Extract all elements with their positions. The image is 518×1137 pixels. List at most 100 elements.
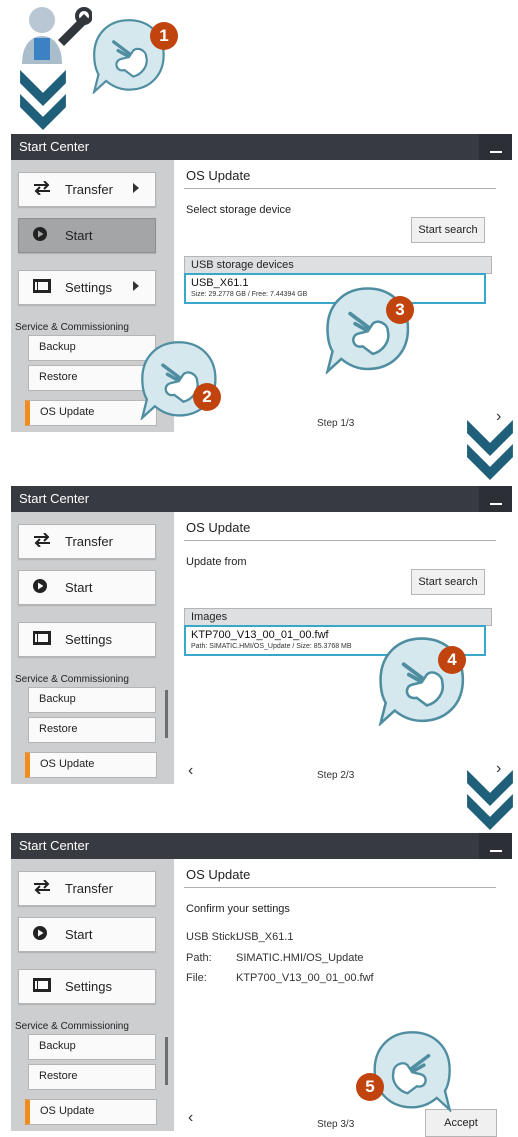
hmi-panel-step2: Start Center Transfer Start Settings Ser… (11, 486, 512, 784)
subtitle: Select storage device (186, 204, 292, 216)
minimize-button[interactable] (479, 833, 512, 859)
play-icon (33, 227, 47, 244)
chevron-down-icon (466, 770, 514, 835)
setting-value-file: KTP700_V13_00_01_00.fwf (236, 972, 374, 984)
start-search-button[interactable]: Start search (411, 569, 485, 595)
sidebar: Transfer Start Settings Service & Commis… (11, 512, 174, 784)
page-title: OS Update (186, 168, 251, 183)
scrollbar[interactable] (165, 1037, 168, 1085)
backup-label: Backup (39, 341, 76, 353)
page-title: OS Update (186, 867, 251, 882)
backup-button[interactable]: Backup (28, 687, 156, 713)
divider (184, 887, 496, 888)
step-indicator: Step 1/3 (317, 418, 355, 429)
transfer-icon (33, 180, 51, 198)
backup-button[interactable]: Backup (28, 1034, 156, 1060)
restore-button[interactable]: Restore (28, 365, 156, 391)
settings-label: Settings (65, 632, 112, 647)
transfer-button[interactable]: Transfer (18, 524, 156, 559)
divider (184, 188, 496, 189)
transfer-icon (33, 532, 51, 550)
os-update-button[interactable]: OS Update (25, 400, 157, 426)
expand-arrow-icon (133, 281, 139, 291)
restore-button[interactable]: Restore (28, 717, 156, 743)
expand-arrow-icon (133, 183, 139, 193)
list-item-name: USB_X61.1 (191, 277, 249, 289)
previous-button[interactable]: ‹ (188, 1109, 193, 1127)
title-bar: Start Center (11, 134, 512, 160)
section-label: Service & Commissioning (15, 1021, 129, 1032)
list-header: USB storage devices (184, 256, 492, 274)
chevron-down-icon (466, 420, 514, 485)
step-badge: 2 (193, 383, 221, 411)
step-badge: 3 (386, 296, 414, 324)
transfer-label: Transfer (65, 182, 113, 197)
divider (184, 540, 496, 541)
backup-button[interactable]: Backup (28, 335, 156, 361)
list-item-name: KTP700_V13_00_01_00.fwf (191, 629, 329, 641)
start-label: Start (65, 228, 93, 243)
minimize-icon (490, 850, 502, 852)
main-content: OS Update Confirm your settings USB Stic… (174, 859, 512, 1137)
scrollbar[interactable] (165, 690, 168, 738)
step-badge: 5 (356, 1073, 384, 1101)
subtitle: Update from (186, 556, 247, 568)
list-item-detail: Path: SIMATIC.HMI/OS_Update / Size: 85.3… (191, 643, 352, 650)
settings-icon (33, 279, 51, 296)
restore-label: Restore (39, 371, 78, 383)
sidebar: Transfer Start Settings Service & Commis… (11, 859, 174, 1131)
title-bar-label: Start Center (19, 491, 90, 506)
start-button[interactable]: Start (18, 917, 156, 952)
start-button[interactable]: Start (18, 570, 156, 605)
start-label: Start (65, 580, 93, 595)
step-indicator: Step 3/3 (317, 1119, 355, 1130)
minimize-button[interactable] (479, 486, 512, 512)
title-bar: Start Center (11, 833, 512, 859)
backup-label: Backup (39, 1040, 76, 1052)
minimize-icon (490, 151, 502, 153)
step-indicator: Step 2/3 (317, 770, 355, 781)
settings-label: Settings (65, 979, 112, 994)
os-update-label: OS Update (40, 1105, 95, 1117)
play-icon (33, 579, 47, 596)
os-update-label: OS Update (40, 406, 95, 418)
minimize-button[interactable] (479, 134, 512, 160)
title-bar-label: Start Center (19, 838, 90, 853)
transfer-button[interactable]: Transfer (18, 172, 156, 207)
transfer-icon (33, 879, 51, 897)
step-badge: 1 (150, 22, 178, 50)
list-header: Images (184, 608, 492, 626)
subtitle: Confirm your settings (186, 903, 290, 915)
setting-key-usb-stick: USB Stick: (186, 931, 239, 943)
start-button[interactable]: Start (18, 218, 156, 253)
start-search-button[interactable]: Start search (411, 217, 485, 243)
title-bar-label: Start Center (19, 139, 90, 154)
section-label: Service & Commissioning (15, 674, 129, 685)
settings-button[interactable]: Settings (18, 969, 156, 1004)
os-update-label: OS Update (40, 758, 95, 770)
os-update-button[interactable]: OS Update (25, 1099, 157, 1125)
restore-button[interactable]: Restore (28, 1064, 156, 1090)
transfer-label: Transfer (65, 881, 113, 896)
transfer-button[interactable]: Transfer (18, 871, 156, 906)
os-update-button[interactable]: OS Update (25, 752, 157, 778)
section-label: Service & Commissioning (15, 322, 129, 333)
accept-button[interactable]: Accept (425, 1109, 497, 1137)
minimize-icon (490, 503, 502, 505)
previous-button[interactable]: ‹ (188, 762, 193, 780)
setting-key-path: Path: (186, 952, 212, 964)
setting-value-usb-stick: USB_X61.1 (236, 931, 294, 943)
settings-button[interactable]: Settings (18, 622, 156, 657)
settings-icon (33, 978, 51, 995)
settings-label: Settings (65, 280, 112, 295)
setting-key-file: File: (186, 972, 207, 984)
transfer-label: Transfer (65, 534, 113, 549)
restore-label: Restore (39, 723, 78, 735)
step-badge: 4 (438, 646, 466, 674)
settings-button[interactable]: Settings (18, 270, 156, 305)
settings-icon (33, 631, 51, 648)
service-tool-icon (18, 4, 93, 64)
title-bar: Start Center (11, 486, 512, 512)
page-title: OS Update (186, 520, 251, 535)
list-item-detail: Size: 29.2778 GB / Free: 7.44394 GB (191, 291, 308, 298)
